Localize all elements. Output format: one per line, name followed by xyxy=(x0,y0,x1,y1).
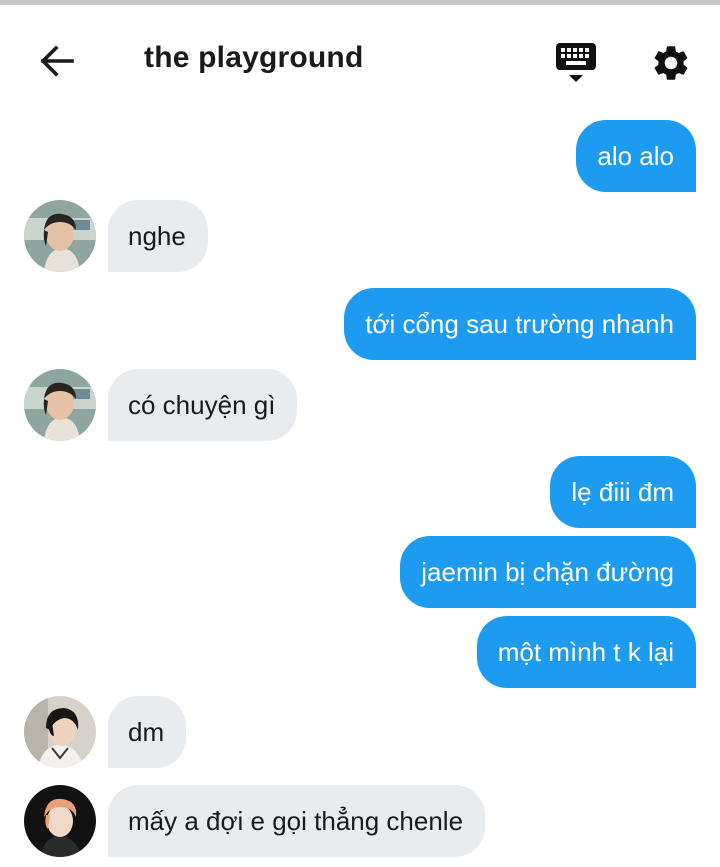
incoming-message[interactable]: nghe xyxy=(108,200,208,272)
outgoing-message[interactable]: tới cổng sau trường nhanh xyxy=(344,288,696,360)
message-text: lẹ điii đm xyxy=(571,476,674,507)
message-text: có chuyện gì xyxy=(128,389,276,420)
message-text: một mình t k lại xyxy=(497,636,674,667)
avatar[interactable] xyxy=(24,696,96,768)
outgoing-message[interactable]: lẹ điii đm xyxy=(550,456,696,528)
outgoing-message[interactable]: alo alo xyxy=(576,120,696,192)
avatar[interactable] xyxy=(24,785,96,857)
settings-button[interactable] xyxy=(650,42,692,84)
message-text: mấy a đợi e gọi thẳng chenle xyxy=(128,805,464,836)
page-title: the playground xyxy=(144,41,364,74)
incoming-message[interactable]: có chuyện gì xyxy=(108,369,298,441)
keyboard-icon xyxy=(556,43,596,82)
avatar[interactable] xyxy=(24,369,96,441)
message-text: dm xyxy=(128,716,165,747)
message-text: tới cổng sau trường nhanh xyxy=(365,308,674,339)
outgoing-message[interactable]: một mình t k lại xyxy=(476,616,696,688)
message-text: alo alo xyxy=(597,140,674,171)
arrow-left-icon xyxy=(40,45,74,77)
avatar[interactable] xyxy=(24,200,96,272)
incoming-message[interactable]: mấy a đợi e gọi thẳng chenle xyxy=(108,785,486,857)
keyboard-button[interactable] xyxy=(552,41,600,85)
chat-header: the playground xyxy=(0,5,720,105)
message-text: jaemin bị chặn đường xyxy=(421,556,674,587)
message-text: nghe xyxy=(128,220,186,251)
incoming-message[interactable]: dm xyxy=(108,696,187,768)
gear-icon xyxy=(654,46,688,80)
back-button[interactable] xyxy=(34,43,78,79)
outgoing-message[interactable]: jaemin bị chặn đường xyxy=(400,536,696,608)
